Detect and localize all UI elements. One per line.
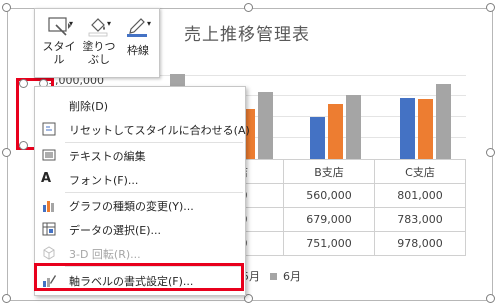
bar-b-series3[interactable] bbox=[346, 95, 361, 160]
resize-handle-bottom-left[interactable] bbox=[2, 294, 11, 303]
menu-item-label: テキストの編集 bbox=[69, 150, 146, 163]
menu-item-font[interactable]: A フォント(F)... bbox=[35, 167, 245, 191]
menu-item-delete[interactable]: 削除(D) bbox=[35, 93, 245, 117]
legend-label: 6月 bbox=[283, 270, 301, 283]
dropdown-arrow-icon: ▾ bbox=[107, 19, 112, 28]
table-cell: 978,000 bbox=[374, 231, 466, 256]
menu-item-select-data[interactable]: データの選択(E)... bbox=[35, 217, 245, 241]
font-icon: A bbox=[41, 171, 52, 186]
chart-type-icon bbox=[43, 201, 54, 212]
outline-button-label: 枠線 bbox=[127, 44, 149, 57]
resize-handle-middle-right[interactable] bbox=[486, 148, 495, 157]
table-cell: 751,000 bbox=[283, 231, 375, 256]
table-cell: 679,000 bbox=[283, 207, 375, 232]
category-header: B支店 bbox=[283, 159, 375, 184]
resize-handle-top-right[interactable] bbox=[486, 3, 495, 12]
bar-a-series3b[interactable] bbox=[258, 92, 273, 160]
menu-item-label: データの選択(E)... bbox=[69, 224, 162, 237]
chart-title[interactable]: 売上推移管理表 bbox=[184, 20, 310, 45]
edit-text-icon bbox=[42, 149, 56, 161]
resize-handle-top-left[interactable] bbox=[2, 3, 11, 12]
menu-item-reset-style[interactable]: リセットしてスタイルに合わせる(A) bbox=[35, 117, 250, 141]
menu-item-label: フォント(F)... bbox=[69, 174, 139, 187]
dropdown-arrow-icon: ▾ bbox=[147, 19, 152, 28]
resize-handle-bottom-right[interactable] bbox=[486, 294, 495, 303]
fill-button-label-line2: ぶし bbox=[88, 53, 110, 66]
bar-c-series3[interactable] bbox=[436, 84, 451, 160]
table-cell: 783,000 bbox=[374, 207, 466, 232]
menu-item-edit-text[interactable]: テキストの編集 bbox=[35, 143, 245, 167]
mini-toolbar: スタイル ▾ 塗りつ ぶし ▾ 枠線 ▾ bbox=[34, 8, 160, 78]
axis-title-handle[interactable] bbox=[19, 141, 28, 150]
table-cell: 801,000 bbox=[374, 183, 466, 208]
axis-title-handle[interactable] bbox=[19, 79, 28, 88]
menu-item-label: リセットしてスタイルに合わせる(A) bbox=[69, 124, 250, 137]
select-data-icon bbox=[42, 222, 56, 236]
resize-handle-middle-left[interactable] bbox=[2, 148, 11, 157]
style-button[interactable]: スタイル ▾ bbox=[39, 11, 79, 73]
fill-button-label-line1: 塗りつ bbox=[82, 40, 116, 53]
menu-item-label: 3-D 回転(R)... bbox=[69, 248, 141, 261]
bar-c-series2[interactable] bbox=[418, 99, 433, 160]
bar-b-series1[interactable] bbox=[310, 117, 325, 160]
outline-button[interactable]: 枠線 ▾ bbox=[119, 11, 157, 73]
menu-item-3d-rotation: 3-D 回転(R)... bbox=[35, 241, 245, 265]
style-button-label: スタイル bbox=[42, 40, 76, 66]
table-cell: 560,000 bbox=[283, 183, 375, 208]
resize-handle-top-center[interactable] bbox=[244, 3, 253, 12]
bar-b-series2[interactable] bbox=[328, 104, 343, 160]
menu-item-label: 削除(D) bbox=[69, 100, 109, 113]
reset-style-icon bbox=[42, 122, 56, 136]
menu-item-label: グラフの種類の変更(Y)... bbox=[69, 200, 194, 213]
dropdown-arrow-icon: ▾ bbox=[69, 19, 74, 28]
fill-button[interactable]: 塗りつ ぶし ▾ bbox=[81, 11, 117, 73]
bar-c-series1[interactable] bbox=[400, 98, 415, 160]
highlight-annotation bbox=[34, 263, 244, 291]
category-header: C支店 bbox=[374, 159, 466, 184]
3d-rotation-icon bbox=[43, 246, 55, 260]
legend[interactable]: 5月 6月 bbox=[242, 268, 301, 284]
legend-swatch bbox=[269, 273, 277, 280]
menu-item-change-chart-type[interactable]: グラフの種類の変更(Y)... bbox=[35, 193, 245, 217]
